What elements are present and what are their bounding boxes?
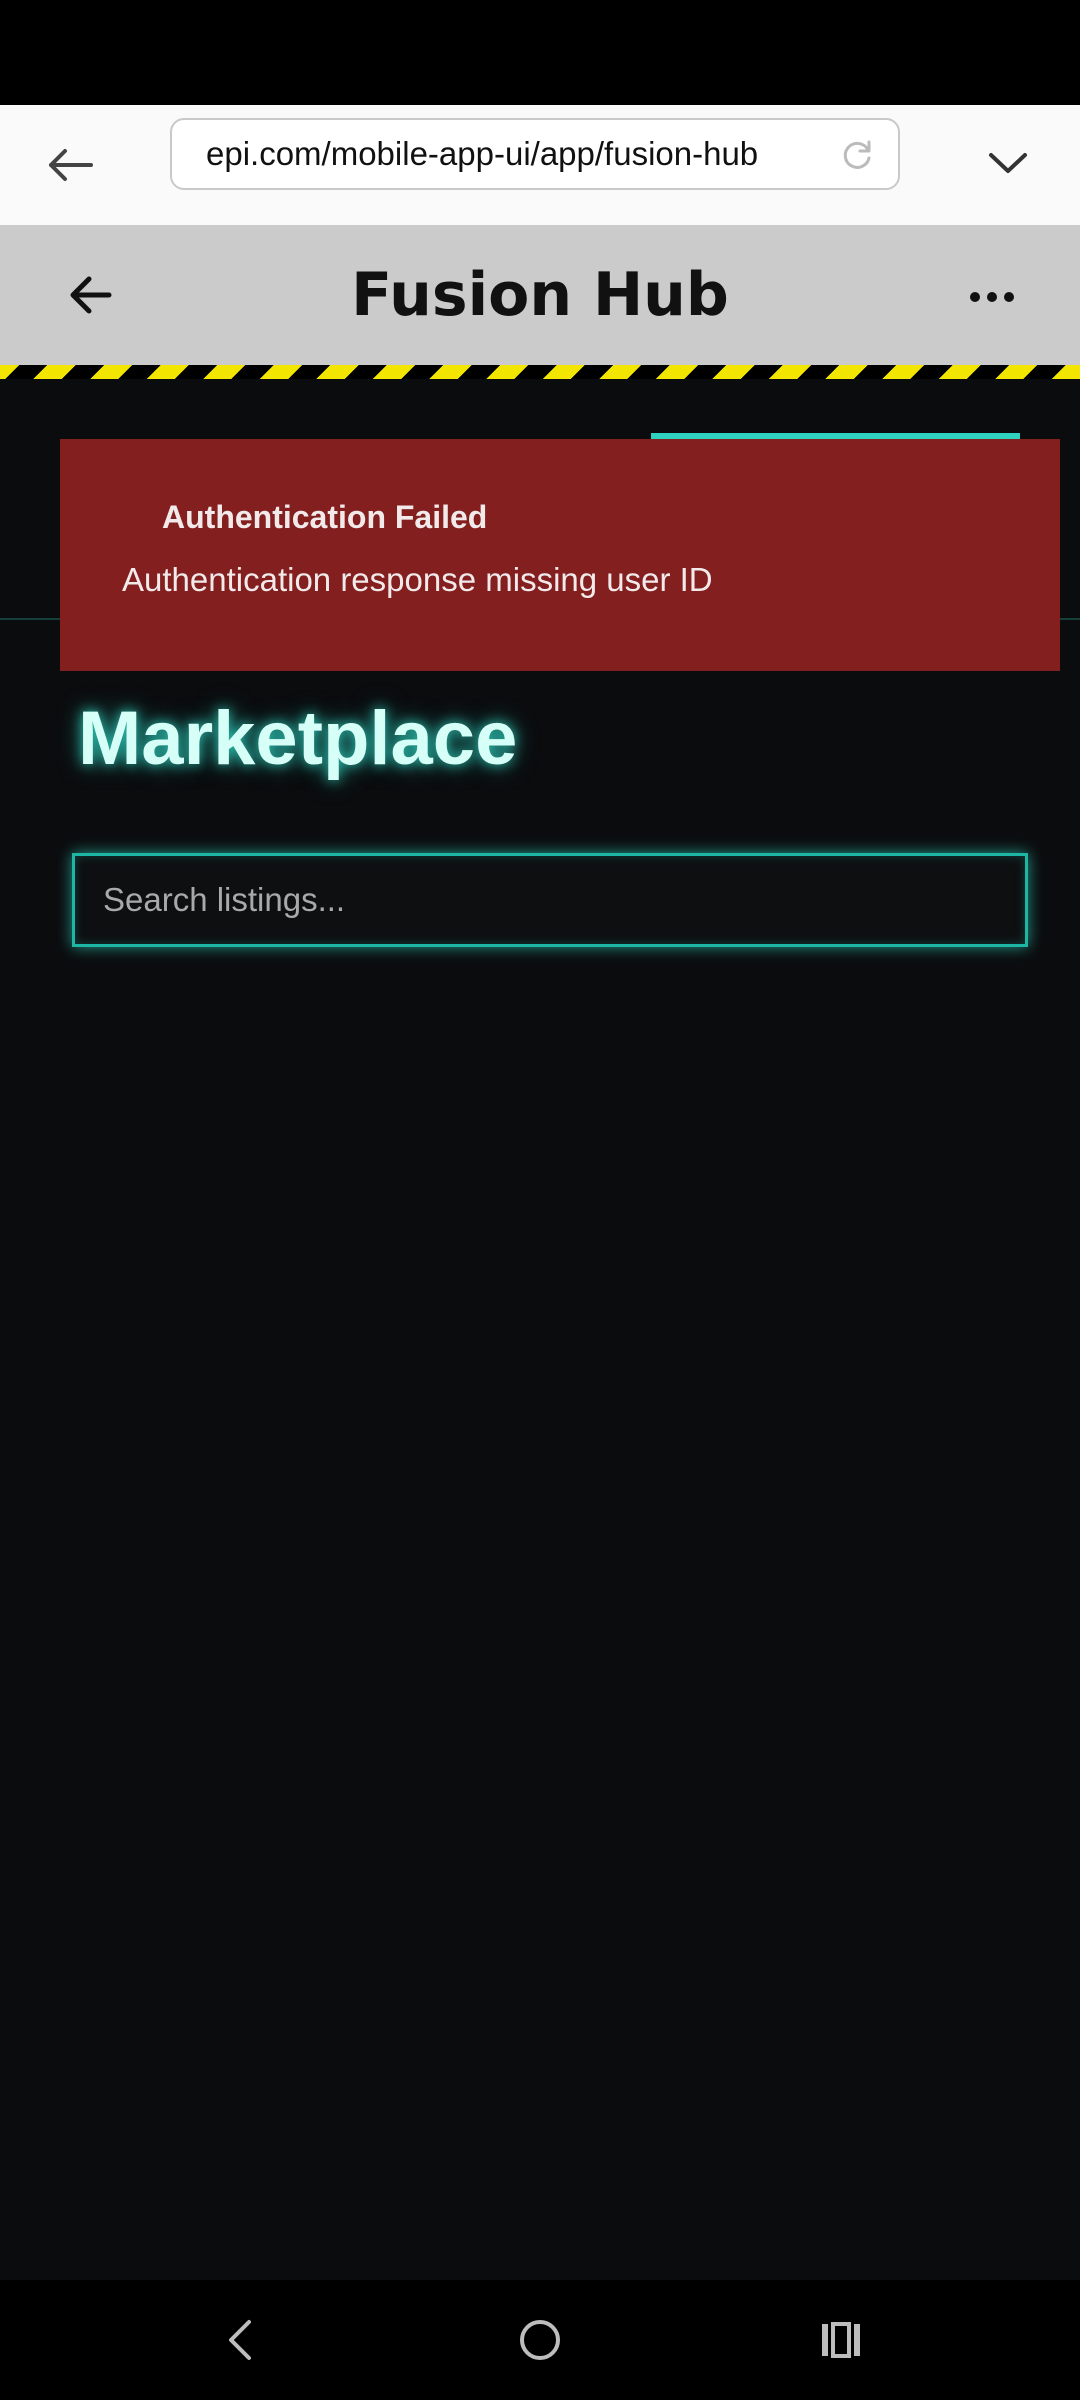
nav-back-button[interactable] (200, 2305, 280, 2375)
arrow-left-icon (70, 276, 112, 314)
browser-toolbar: epi.com/mobile-app-ui/app/fusion-hub (0, 105, 1080, 225)
page-header-title: Fusion Hub (351, 260, 729, 330)
app-header: Fusion Hub (0, 225, 1080, 365)
search-input[interactable] (72, 853, 1028, 947)
system-nav-bar (0, 2280, 1080, 2400)
url-text: epi.com/mobile-app-ui/app/fusion-hub (206, 135, 759, 172)
circle-home-icon (520, 2320, 560, 2360)
arrow-left-icon (49, 149, 93, 181)
chevron-down-icon (989, 153, 1027, 173)
header-back-button[interactable] (58, 263, 122, 327)
more-horizontal-icon (970, 292, 1014, 302)
browser-back-button[interactable] (40, 130, 100, 200)
page-title: Marketplace (78, 696, 518, 781)
status-bar (0, 0, 1080, 105)
reload-icon[interactable] (840, 138, 874, 172)
nav-recents-button[interactable] (800, 2305, 880, 2375)
hazard-stripe (0, 365, 1080, 379)
address-bar[interactable]: epi.com/mobile-app-ui/app/fusion-hub (170, 118, 900, 190)
more-options-button[interactable] (960, 265, 1024, 329)
recents-icon (822, 2322, 860, 2358)
error-message: Authentication response missing user ID (122, 561, 713, 598)
chevron-down-button[interactable] (980, 135, 1036, 191)
error-banner: Authentication Failed Authentication res… (60, 439, 1060, 671)
chevron-left-icon (229, 2320, 251, 2360)
error-title: Authentication Failed (162, 499, 488, 535)
nav-home-button[interactable] (500, 2305, 580, 2375)
